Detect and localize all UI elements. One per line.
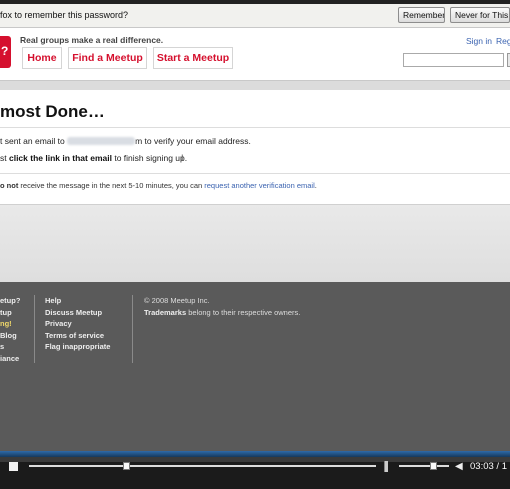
- sent-email-text-start: t sent an email to: [0, 136, 65, 146]
- trademarks-link[interactable]: Trademarks: [144, 308, 186, 317]
- seek-bar[interactable]: [29, 465, 376, 467]
- seek-handle[interactable]: [123, 462, 131, 470]
- main-content: most Done… t sent an email to m to verif…: [0, 90, 510, 204]
- nav-start-meetup-button[interactable]: Start a Meetup: [153, 47, 233, 69]
- content-background: [0, 204, 510, 282]
- redacted-email: [67, 137, 136, 145]
- text-cursor-icon: I: [181, 153, 184, 163]
- footer-flag-link[interactable]: Flag inappropriate: [45, 341, 110, 353]
- register-link[interactable]: Reg: [496, 36, 510, 46]
- sent-email-text-end: m to verify your email address.: [135, 136, 251, 146]
- footer-privacy-link[interactable]: Privacy: [45, 318, 110, 330]
- page-title: most Done…: [0, 102, 105, 121]
- footer-discuss-link[interactable]: Discuss Meetup: [45, 307, 110, 319]
- resend-text: receive the message in the next 5-10 min…: [18, 181, 205, 190]
- never-remember-button[interactable]: Never for This Sit: [450, 7, 510, 23]
- instruction-emphasis: click the link in that email: [8, 153, 112, 163]
- trademarks-text: belong to their respective owners.: [186, 307, 301, 317]
- footer-column-help: Help Discuss Meetup Privacy Terms of ser…: [45, 295, 110, 353]
- instruction-message: st click the link in that email to finis…: [0, 153, 187, 163]
- resend-text-end: .: [314, 181, 317, 190]
- nav-home-button[interactable]: Home: [22, 47, 62, 69]
- password-save-bar: fox to remember this password? Remember …: [0, 4, 510, 28]
- footer-divider: [132, 295, 133, 363]
- footer-legal: © 2008 Meetup Inc. Trademarks belong to …: [144, 295, 300, 318]
- footer-link[interactable]: Blog: [0, 330, 20, 342]
- divider: [0, 127, 510, 128]
- footer-link[interactable]: s: [0, 341, 20, 353]
- volume-slider[interactable]: [399, 465, 449, 467]
- sent-email-message: t sent an email to m to verify your emai…: [0, 136, 251, 146]
- meetup-logo[interactable]: ?: [0, 36, 11, 68]
- footer-link[interactable]: iance: [0, 353, 20, 365]
- header-divider: [0, 80, 510, 90]
- copyright: © 2008 Meetup Inc.: [144, 296, 210, 305]
- footer-terms-link[interactable]: Terms of service: [45, 330, 110, 342]
- video-controls: ◀ 03:03 / 1: [0, 451, 510, 489]
- instruction-text-end: to finish signing up.: [111, 153, 188, 163]
- stop-icon[interactable]: [9, 462, 18, 471]
- footer-link[interactable]: ng!: [0, 318, 20, 330]
- footer-link[interactable]: etup?: [0, 295, 20, 307]
- seek-end-marker: [384, 461, 388, 472]
- playback-time: 03:03 / 1: [470, 461, 507, 472]
- volume-handle[interactable]: [430, 462, 437, 470]
- footer-help-link[interactable]: Help: [45, 295, 110, 307]
- divider: [0, 173, 510, 174]
- site-footer: etup? tup ng! Blog s iance Help Discuss …: [0, 282, 510, 451]
- search-input[interactable]: [403, 53, 504, 67]
- footer-link[interactable]: tup: [0, 307, 20, 319]
- speaker-icon[interactable]: ◀: [455, 461, 463, 472]
- site-header: ? Real groups make a real difference. Ho…: [0, 28, 510, 80]
- password-bar-message: fox to remember this password?: [0, 10, 129, 20]
- remember-password-button[interactable]: Remember: [398, 7, 445, 23]
- site-tagline: Real groups make a real difference.: [20, 35, 164, 45]
- request-verification-link[interactable]: request another verification email: [204, 181, 314, 190]
- resend-message: o not receive the message in the next 5-…: [0, 181, 317, 190]
- footer-divider: [34, 295, 35, 363]
- nav-find-meetup-button[interactable]: Find a Meetup: [68, 47, 147, 69]
- footer-column-about: etup? tup ng! Blog s iance: [0, 295, 20, 364]
- sign-in-link[interactable]: Sign in: [466, 36, 492, 46]
- resend-emphasis: o not: [0, 181, 19, 190]
- instruction-text-start: st: [0, 153, 9, 163]
- logo-glyph: ?: [1, 44, 9, 58]
- trademarks-line: Trademarks belong to their respective ow…: [144, 307, 300, 319]
